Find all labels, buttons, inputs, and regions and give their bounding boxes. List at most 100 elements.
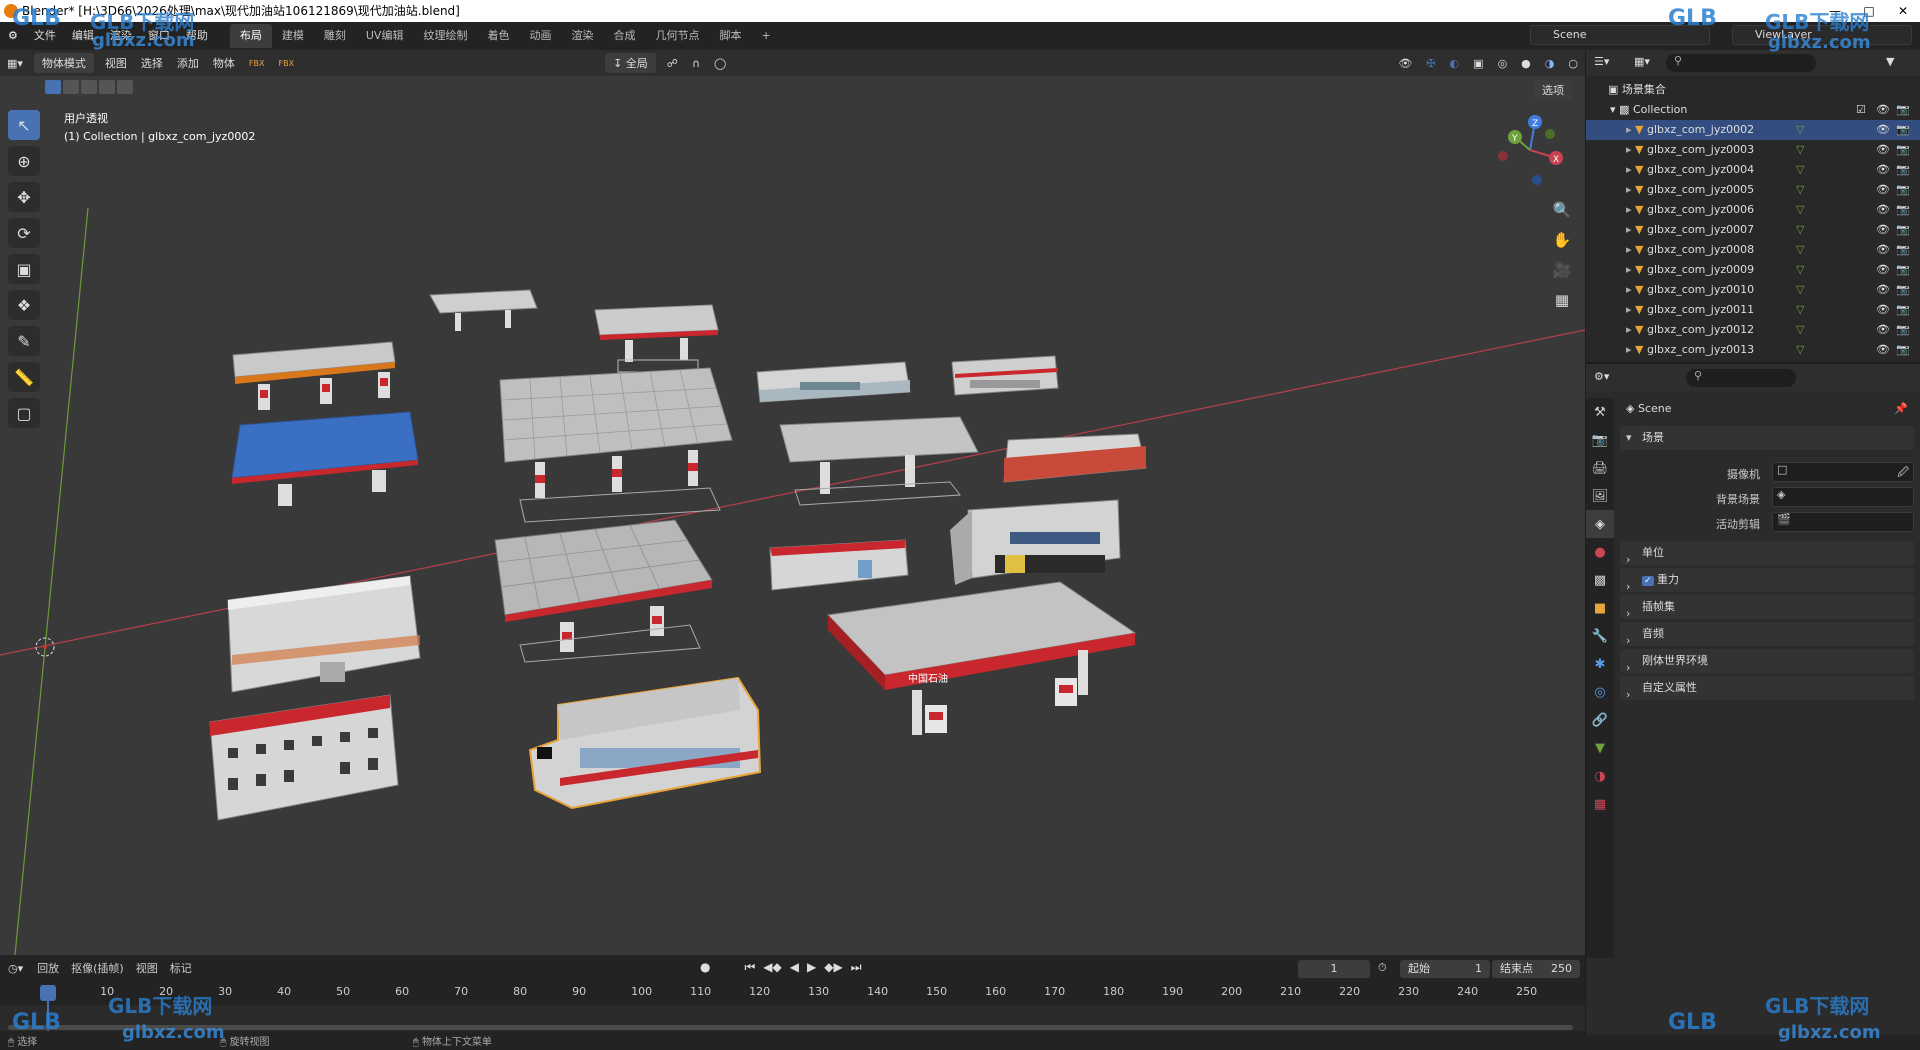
snap-icon[interactable]: ∩ bbox=[685, 57, 707, 70]
expand-chevron-icon[interactable]: ▸ bbox=[1586, 263, 1632, 276]
render-camera-icon[interactable]: 📷 bbox=[1896, 300, 1910, 320]
end-frame-field[interactable]: 结束点 250 bbox=[1492, 960, 1580, 978]
outliner-item[interactable]: ▸ ▼ glbxz_com_jyz0010 ▽ 👁 📷 bbox=[1586, 280, 1920, 300]
shading-rendered-icon[interactable]: ○ bbox=[1561, 57, 1585, 70]
expand-chevron-icon[interactable]: ▸ bbox=[1586, 323, 1632, 336]
select-new-icon[interactable] bbox=[45, 80, 61, 94]
object-tab-icon[interactable]: ■ bbox=[1586, 594, 1614, 622]
visibility-eye-icon[interactable]: 👁 bbox=[1876, 300, 1890, 320]
tab-geometry-nodes[interactable]: 几何节点 bbox=[645, 24, 709, 48]
visibility-eye-icon[interactable]: 👁 bbox=[1876, 320, 1890, 340]
particles-tab-icon[interactable]: ✱ bbox=[1586, 650, 1614, 678]
tab-shading[interactable]: 着色 bbox=[477, 24, 519, 48]
overlay-icon[interactable]: ◐ bbox=[1443, 57, 1467, 70]
render-camera-icon[interactable]: 📷 bbox=[1896, 180, 1910, 200]
expand-chevron-icon[interactable]: ▸ bbox=[1586, 183, 1632, 196]
stopwatch-icon[interactable]: ⏱ bbox=[1378, 961, 1387, 975]
render-camera-icon[interactable]: 📷 bbox=[1896, 260, 1910, 280]
outliner-collection[interactable]: ▾ ▩ Collection ☑ 👁 📷 bbox=[1586, 100, 1920, 120]
pan-hand-icon[interactable]: ✋ bbox=[1550, 225, 1574, 255]
render-camera-icon[interactable]: 📷 bbox=[1896, 240, 1910, 260]
menu-object[interactable]: 物体 bbox=[206, 55, 242, 71]
shading-material-icon[interactable]: ◑ bbox=[1538, 57, 1562, 70]
render-camera-icon[interactable]: 📷 bbox=[1896, 340, 1910, 360]
expand-chevron-icon[interactable]: ▸ bbox=[1586, 143, 1632, 156]
properties-search-input[interactable]: ⚲ bbox=[1686, 369, 1796, 387]
outliner-item[interactable]: ▸ ▼ glbxz_com_jyz0002 ▽ 👁 📷 bbox=[1586, 120, 1920, 140]
prev-keyframe-icon[interactable]: ◀◆ bbox=[763, 960, 781, 975]
tab-rendering[interactable]: 渲染 bbox=[561, 24, 603, 48]
panel-rigidbody-world[interactable]: 刚体世界环境 bbox=[1620, 649, 1914, 673]
camera-field[interactable]: □ 🖉 bbox=[1772, 462, 1914, 482]
outliner-item[interactable]: ▸ ▼ glbxz_com_jyz0007 ▽ 👁 📷 bbox=[1586, 220, 1920, 240]
outliner-item[interactable]: ▸ ▼ glbxz_com_jyz0003 ▽ 👁 📷 bbox=[1586, 140, 1920, 160]
pin-icon[interactable]: 📌 bbox=[1894, 402, 1908, 415]
panel-audio[interactable]: 音频 bbox=[1620, 622, 1914, 646]
panel-gravity[interactable]: ✓ 重力 bbox=[1620, 568, 1914, 592]
record-icon[interactable]: ● bbox=[700, 960, 710, 975]
constraints-tab-icon[interactable]: 🔗 bbox=[1586, 706, 1614, 734]
render-tab-icon[interactable]: 📷 bbox=[1586, 426, 1614, 454]
shading-wireframe-icon[interactable]: ◎ bbox=[1491, 57, 1515, 70]
tab-sculpting[interactable]: 雕刻 bbox=[314, 24, 356, 48]
panel-units[interactable]: 单位 bbox=[1620, 541, 1914, 565]
active-clip-field[interactable]: 🎬 bbox=[1772, 512, 1914, 532]
world-tab-icon[interactable]: ● bbox=[1586, 538, 1614, 566]
menu-timeline-view[interactable]: 视图 bbox=[130, 960, 164, 976]
properties-type-icon[interactable]: ⚙▾ bbox=[1594, 370, 1609, 383]
measure-tool-icon[interactable]: 📏 bbox=[8, 362, 40, 392]
outliner-display-icon[interactable]: ▦▾ bbox=[1634, 55, 1650, 68]
zoom-icon[interactable]: 🔍 bbox=[1550, 195, 1574, 225]
playhead-handle[interactable] bbox=[40, 985, 56, 1001]
render-camera-icon[interactable]: 📷 bbox=[1896, 160, 1910, 180]
tool-tab-icon[interactable]: ⚒ bbox=[1586, 398, 1614, 426]
tab-layout[interactable]: 布局 bbox=[229, 24, 272, 48]
add-cube-tool-icon[interactable]: ▢ bbox=[8, 398, 40, 428]
visibility-eye-icon[interactable]: 👁 bbox=[1876, 260, 1890, 280]
outliner-item[interactable]: ▸ ▼ glbxz_com_jyz0005 ▽ 👁 📷 bbox=[1586, 180, 1920, 200]
timeline-scrollbar[interactable] bbox=[8, 1025, 1573, 1030]
texture-tab-icon[interactable]: ▦ bbox=[1586, 790, 1614, 818]
render-camera-icon[interactable]: 📷 bbox=[1896, 140, 1910, 160]
play-icon[interactable]: ▶ bbox=[807, 960, 816, 975]
xray-icon[interactable]: ▣ bbox=[1466, 57, 1490, 70]
jump-start-icon[interactable]: ⏮ bbox=[744, 960, 755, 975]
material-tab-icon[interactable]: ◑ bbox=[1586, 762, 1614, 790]
fbx-import-icon[interactable]: FBX bbox=[242, 59, 272, 68]
visibility-eye-icon[interactable]: 👁 bbox=[1876, 280, 1890, 300]
close-icon[interactable]: ✕ bbox=[1886, 0, 1920, 22]
editor-type-icon[interactable]: ▦▾ bbox=[0, 57, 30, 70]
visibility-eye-icon[interactable]: 👁 bbox=[1876, 140, 1890, 160]
render-camera-icon[interactable]: 📷 bbox=[1896, 200, 1910, 220]
outliner-item[interactable]: ▸ ▼ glbxz_com_jyz0006 ▽ 👁 📷 bbox=[1586, 200, 1920, 220]
tab-modeling[interactable]: 建模 bbox=[272, 24, 314, 48]
cursor-tool-icon[interactable]: ⊕ bbox=[8, 146, 40, 176]
tab-animation[interactable]: 动画 bbox=[519, 24, 561, 48]
proportional-edit-icon[interactable]: ◯ bbox=[707, 57, 733, 70]
outliner-type-icon[interactable]: ☰▾ bbox=[1594, 55, 1609, 68]
select-box-tool-icon[interactable]: ↖ bbox=[8, 110, 40, 140]
render-camera-icon[interactable]: 📷 bbox=[1896, 120, 1910, 140]
options-dropdown[interactable]: 选项 bbox=[1534, 80, 1572, 100]
expand-chevron-icon[interactable]: ▾ bbox=[1586, 103, 1616, 116]
visibility-eye-icon[interactable]: 👁 bbox=[1876, 160, 1890, 180]
gizmo-icon[interactable]: ✠ bbox=[1419, 57, 1442, 70]
panel-keying-sets[interactable]: 插帧集 bbox=[1620, 595, 1914, 619]
next-keyframe-icon[interactable]: ◆▶ bbox=[824, 960, 842, 975]
expand-chevron-icon[interactable]: ▸ bbox=[1586, 203, 1632, 216]
3d-viewport[interactable]: 中国石油 ▦▾ 物体模式 视图 选择 添加 物体 FBX FBX ↧ 全局 ☍ … bbox=[0, 50, 1585, 955]
shading-solid-icon[interactable]: ● bbox=[1514, 57, 1538, 70]
exclude-checkbox-icon[interactable]: ☑ bbox=[1856, 100, 1866, 120]
pivot-icon[interactable]: ☍ bbox=[660, 57, 685, 70]
menu-playback[interactable]: 回放 bbox=[31, 960, 65, 976]
select-subtract-icon[interactable] bbox=[81, 80, 97, 94]
panel-custom-properties[interactable]: 自定义属性 bbox=[1620, 676, 1914, 700]
collection-tab-icon[interactable]: ▩ bbox=[1586, 566, 1614, 594]
menu-view[interactable]: 视图 bbox=[98, 55, 134, 71]
rotate-tool-icon[interactable]: ⟳ bbox=[8, 218, 40, 248]
expand-chevron-icon[interactable]: ▸ bbox=[1586, 303, 1632, 316]
scale-tool-icon[interactable]: ▣ bbox=[8, 254, 40, 284]
modifier-tab-icon[interactable]: 🔧 bbox=[1586, 622, 1614, 650]
annotate-tool-icon[interactable]: ✎ bbox=[8, 326, 40, 356]
timeline-ruler[interactable]: 1102030405060708090100110120130140150160… bbox=[0, 985, 1585, 1003]
